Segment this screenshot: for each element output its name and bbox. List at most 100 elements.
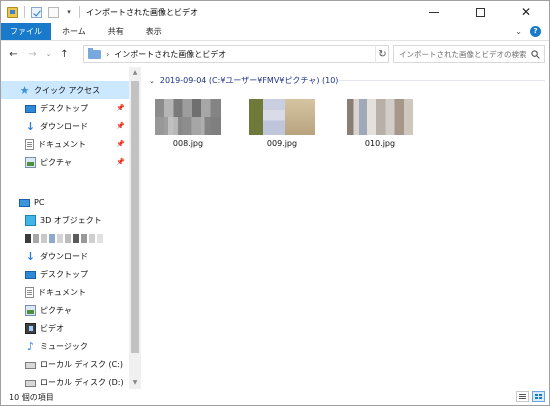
image-thumbnail <box>155 99 221 135</box>
app-icon[interactable] <box>7 6 18 18</box>
star-icon: ★ <box>19 83 30 97</box>
desktop-icon <box>25 104 36 113</box>
details-view-icon[interactable] <box>516 391 529 402</box>
title-bar: ▾ インポートされた画像とビデオ ✕ <box>1 1 549 23</box>
nav-pc-desktop[interactable]: デスクトップ <box>1 265 129 283</box>
redacted-block <box>73 233 79 243</box>
nav-scrollbar[interactable]: ▲ ▼ <box>129 67 141 389</box>
scroll-down-icon[interactable]: ▼ <box>129 377 141 389</box>
navigation-pane: ★ クイック アクセス デスクトップ 📌 ↓ ダウンロード 📌 ドキュメント 📌… <box>1 67 141 389</box>
download-icon: ↓ <box>25 249 36 263</box>
collapse-chevron-icon[interactable]: ⌄ <box>149 77 155 85</box>
nav-item-label: ダウンロード <box>40 251 88 261</box>
nav-qa-downloads[interactable]: ↓ ダウンロード 📌 <box>1 117 129 135</box>
close-icon: ✕ <box>520 5 532 19</box>
pin-icon[interactable]: 📌 <box>116 122 125 130</box>
nav-drive-c[interactable]: ローカル ディスク (C:) <box>1 355 129 373</box>
tab-file[interactable]: ファイル <box>1 23 51 40</box>
toolbar-divider <box>79 6 80 18</box>
nav-pc-videos[interactable]: ビデオ <box>1 319 129 337</box>
scrollbar-thumb[interactable] <box>131 81 139 353</box>
nav-item-label: ピクチャ <box>40 305 72 315</box>
refresh-button[interactable]: ↻ <box>375 45 389 63</box>
ribbon-right-controls: ⌄ ? <box>515 23 549 40</box>
large-icons-view-icon[interactable] <box>532 391 545 402</box>
nav-3d-objects[interactable]: 3D オブジェクト <box>1 211 129 229</box>
search-icon <box>531 50 540 59</box>
pc-icon <box>19 198 30 207</box>
file-name: 009.jpg <box>266 139 298 148</box>
documents-icon <box>25 286 34 298</box>
breadcrumb-current[interactable]: インポートされた画像とビデオ <box>114 49 226 60</box>
nav-item-label: ミュージック <box>40 341 88 351</box>
nav-qa-pictures[interactable]: ピクチャ 📌 <box>1 153 129 171</box>
nav-item-label: デスクトップ <box>40 103 88 113</box>
file-item[interactable]: 010.jpg <box>347 99 413 148</box>
nav-item-label: ドキュメント <box>38 287 86 297</box>
file-name: 010.jpg <box>364 139 396 148</box>
item-count: 10 個の項目 <box>9 392 54 402</box>
nav-pc-pictures[interactable]: ピクチャ <box>1 301 129 319</box>
minimize-icon <box>429 11 439 13</box>
redacted-block <box>57 233 63 243</box>
nav-item-label: クイック アクセス <box>34 85 101 95</box>
file-item[interactable]: 009.jpg <box>249 99 315 148</box>
file-item[interactable]: 008.jpg <box>155 99 221 148</box>
maximize-button[interactable] <box>457 1 503 23</box>
nav-quick-access[interactable]: ★ クイック アクセス <box>1 81 129 99</box>
nav-item-label: ローカル ディスク (C:) <box>40 359 124 369</box>
music-icon: ♪ <box>26 339 35 353</box>
breadcrumb-chevron-icon[interactable]: › <box>106 50 109 59</box>
nav-item-label: 3D オブジェクト <box>40 215 102 225</box>
documents-icon <box>25 138 34 150</box>
customize-dropdown-icon[interactable]: ▾ <box>65 7 73 18</box>
nav-item-label: ピクチャ <box>40 157 72 167</box>
image-thumbnail <box>347 99 413 135</box>
pixelated-region <box>155 117 221 135</box>
pin-icon[interactable]: 📌 <box>116 158 125 166</box>
nav-drive-d[interactable]: ローカル ディスク (D:) <box>1 373 129 389</box>
nav-pc-downloads[interactable]: ↓ ダウンロード <box>1 247 129 265</box>
search-input[interactable]: インポートされた画像とビデオの検索 <box>393 45 545 63</box>
group-divider <box>339 80 545 81</box>
3d-objects-icon <box>25 214 36 226</box>
scroll-up-icon[interactable]: ▲ <box>129 67 141 79</box>
videos-icon <box>25 322 36 334</box>
pin-icon[interactable]: 📌 <box>116 104 125 112</box>
expand-ribbon-icon[interactable]: ⌄ <box>515 27 522 36</box>
nav-item-label: ビデオ <box>40 323 64 333</box>
pin-icon[interactable]: 📌 <box>116 140 125 148</box>
nav-redacted-item[interactable] <box>1 229 129 247</box>
nav-item-label: PC <box>34 197 45 207</box>
new-folder-icon[interactable] <box>48 6 59 18</box>
nav-pc-music[interactable]: ♪ ミュージック <box>1 337 129 355</box>
nav-pc[interactable]: PC <box>1 193 129 211</box>
redacted-block <box>41 233 47 243</box>
pixelated-region <box>285 99 315 135</box>
maximize-icon <box>475 7 485 17</box>
pictures-icon <box>25 304 36 316</box>
forward-button[interactable]: → <box>24 46 41 63</box>
nav-item-label: ドキュメント <box>38 139 86 149</box>
status-bar: 10 個の項目 <box>1 389 549 405</box>
tab-share[interactable]: 共有 <box>97 23 135 40</box>
close-button[interactable]: ✕ <box>503 1 549 23</box>
redacted-block <box>89 233 95 243</box>
tab-view[interactable]: 表示 <box>135 23 173 40</box>
ribbon-tabs: ファイル ホーム 共有 表示 ⌄ ? <box>1 23 549 41</box>
redacted-block <box>97 233 103 243</box>
recent-locations-icon[interactable]: ⌄ <box>43 46 54 63</box>
tab-home[interactable]: ホーム <box>51 23 97 40</box>
group-header[interactable]: ⌄ 2019-09-04 (C:¥ユーザー¥FMV¥ピクチャ) (10) <box>149 75 338 86</box>
properties-icon[interactable] <box>31 6 42 18</box>
back-button[interactable]: ← <box>5 46 22 63</box>
nav-qa-desktop[interactable]: デスクトップ 📌 <box>1 99 129 117</box>
up-button[interactable]: ↑ <box>56 46 73 63</box>
nav-pc-documents[interactable]: ドキュメント <box>1 283 129 301</box>
nav-qa-documents[interactable]: ドキュメント 📌 <box>1 135 129 153</box>
help-icon[interactable]: ? <box>530 26 541 37</box>
minimize-button[interactable] <box>411 1 457 23</box>
file-view: ⌄ 2019-09-04 (C:¥ユーザー¥FMV¥ピクチャ) (10) 008… <box>143 67 549 389</box>
window-controls: ✕ <box>411 1 549 23</box>
address-bar[interactable]: › インポートされた画像とビデオ ⌄ <box>83 45 389 63</box>
